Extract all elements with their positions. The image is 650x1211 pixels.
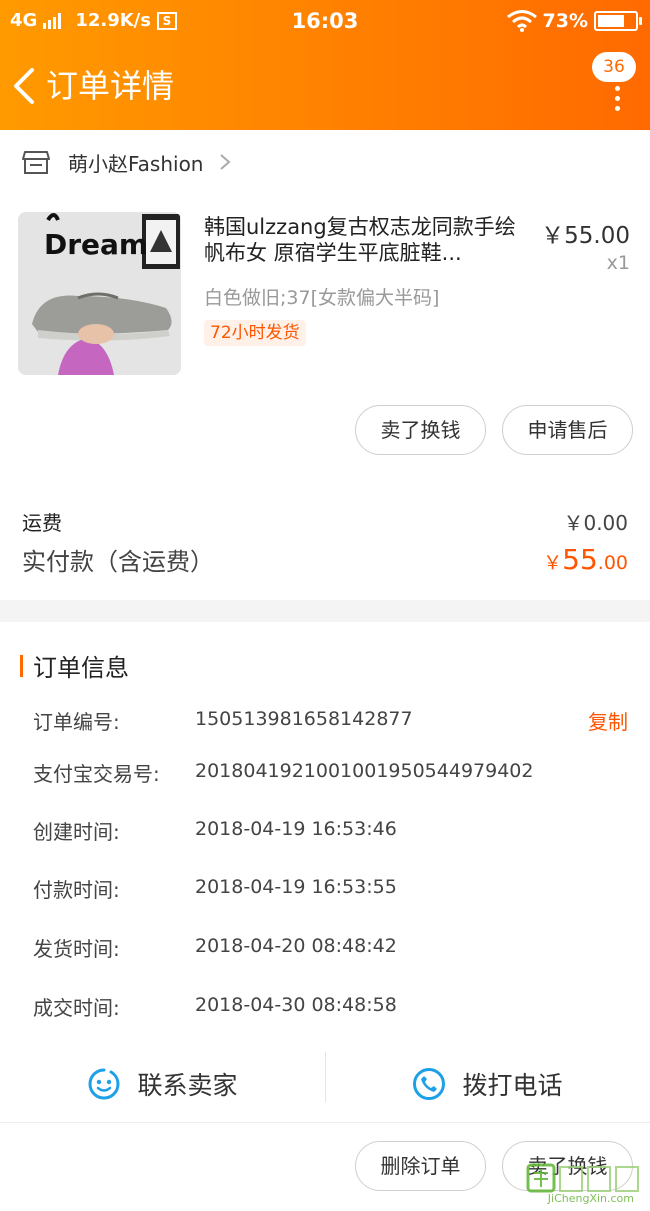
after-sale-button[interactable]: 申请售后 [502, 405, 633, 455]
contact-row: 联系卖家 拨打电话 [0, 1046, 650, 1122]
chevron-right-icon [219, 154, 231, 170]
back-arrow-icon[interactable] [8, 64, 44, 108]
call-phone-label: 拨打电话 [462, 1071, 563, 1100]
order-info-title: 订单信息 [33, 654, 129, 682]
status-bar: 4G 12.9K/s S 16:03 73% [0, 0, 650, 46]
product-image[interactable]: Dream [18, 212, 181, 375]
header: 4G 12.9K/s S 16:03 73% 订单详情 36 [0, 0, 650, 130]
battery-percent: 73% [542, 10, 588, 32]
deal-time-label: 成交时间: [33, 996, 120, 1020]
product-quantity: x1 [606, 252, 630, 274]
alipay-trade-value: 2018041921001001950544979402 [195, 760, 534, 782]
page-title: 订单详情 [46, 67, 175, 105]
nav-bar: 订单详情 36 [0, 50, 650, 130]
watermark-logo: JiChengXin.com [524, 1159, 644, 1207]
sell-for-money-button[interactable]: 卖了换钱 [355, 405, 486, 455]
paid-decimal: .00 [597, 552, 628, 574]
battery-icon [594, 11, 642, 31]
store-row[interactable]: 萌小赵Fashion [0, 130, 650, 194]
order-item-card: 萌小赵Fashion Dream 韩国ulzzang复古权志龙同款手绘帆布女 原… [0, 130, 650, 600]
paid-amount-value: ￥55.00 [543, 543, 628, 576]
phone-icon [413, 1068, 446, 1100]
paid-currency: ￥ [543, 552, 563, 574]
more-menu-button[interactable]: 36 [590, 52, 636, 111]
paid-time-value: 2018-04-19 16:53:55 [195, 876, 397, 898]
deal-time-value: 2018-04-30 08:48:58 [195, 994, 397, 1016]
section-accent-bar [20, 654, 23, 677]
freight-value: ￥0.00 [563, 511, 628, 535]
paid-integer: 55 [562, 543, 598, 576]
chat-smiley-icon [89, 1068, 120, 1100]
order-number-label: 订单编号: [33, 710, 120, 734]
status-right: 73% [506, 10, 642, 32]
product-sku: 白色做旧;37[女款偏大半码] [204, 287, 440, 309]
shipped-time-value: 2018-04-20 08:48:42 [195, 935, 397, 957]
battery-fill [598, 15, 624, 27]
alipay-trade-label: 支付宝交易号: [33, 762, 160, 786]
paid-amount-label: 实付款（含运费） [22, 548, 214, 576]
copy-order-number-link[interactable]: 复制 [588, 706, 628, 735]
message-count-badge: 36 [592, 52, 636, 82]
product-price: ￥55.00 [541, 223, 630, 249]
watermark-text: JiChengXin.com [547, 1192, 634, 1205]
created-time-label: 创建时间: [33, 820, 120, 844]
call-phone-button[interactable]: 拨打电话 [325, 1046, 650, 1122]
product-title[interactable]: 韩国ulzzang复古权志龙同款手绘帆布女 原宿学生平底脏鞋... [204, 214, 529, 266]
product-thumbnail-graphic: Dream [18, 212, 181, 375]
contact-seller-label: 联系卖家 [137, 1071, 238, 1100]
contact-seller-button[interactable]: 联系卖家 [0, 1046, 325, 1122]
image-dream-text: Dream [44, 228, 148, 261]
shipping-tag: 72小时发货 [204, 320, 306, 346]
store-name: 萌小赵Fashion [68, 151, 204, 176]
store-icon [22, 151, 50, 174]
order-info-header: 订单信息 [20, 648, 129, 683]
paid-time-label: 付款时间: [33, 878, 120, 902]
shipped-time-label: 发货时间: [33, 937, 120, 961]
created-time-value: 2018-04-19 16:53:46 [195, 818, 397, 840]
more-icon [615, 86, 620, 116]
wifi-icon [506, 10, 537, 32]
delete-order-button[interactable]: 删除订单 [355, 1141, 486, 1191]
order-info-card: 订单信息 订单编号: 150513981658142877 复制 支付宝交易号:… [0, 622, 650, 1122]
order-number-value: 150513981658142877 [195, 708, 413, 730]
freight-label: 运费 [22, 511, 62, 535]
